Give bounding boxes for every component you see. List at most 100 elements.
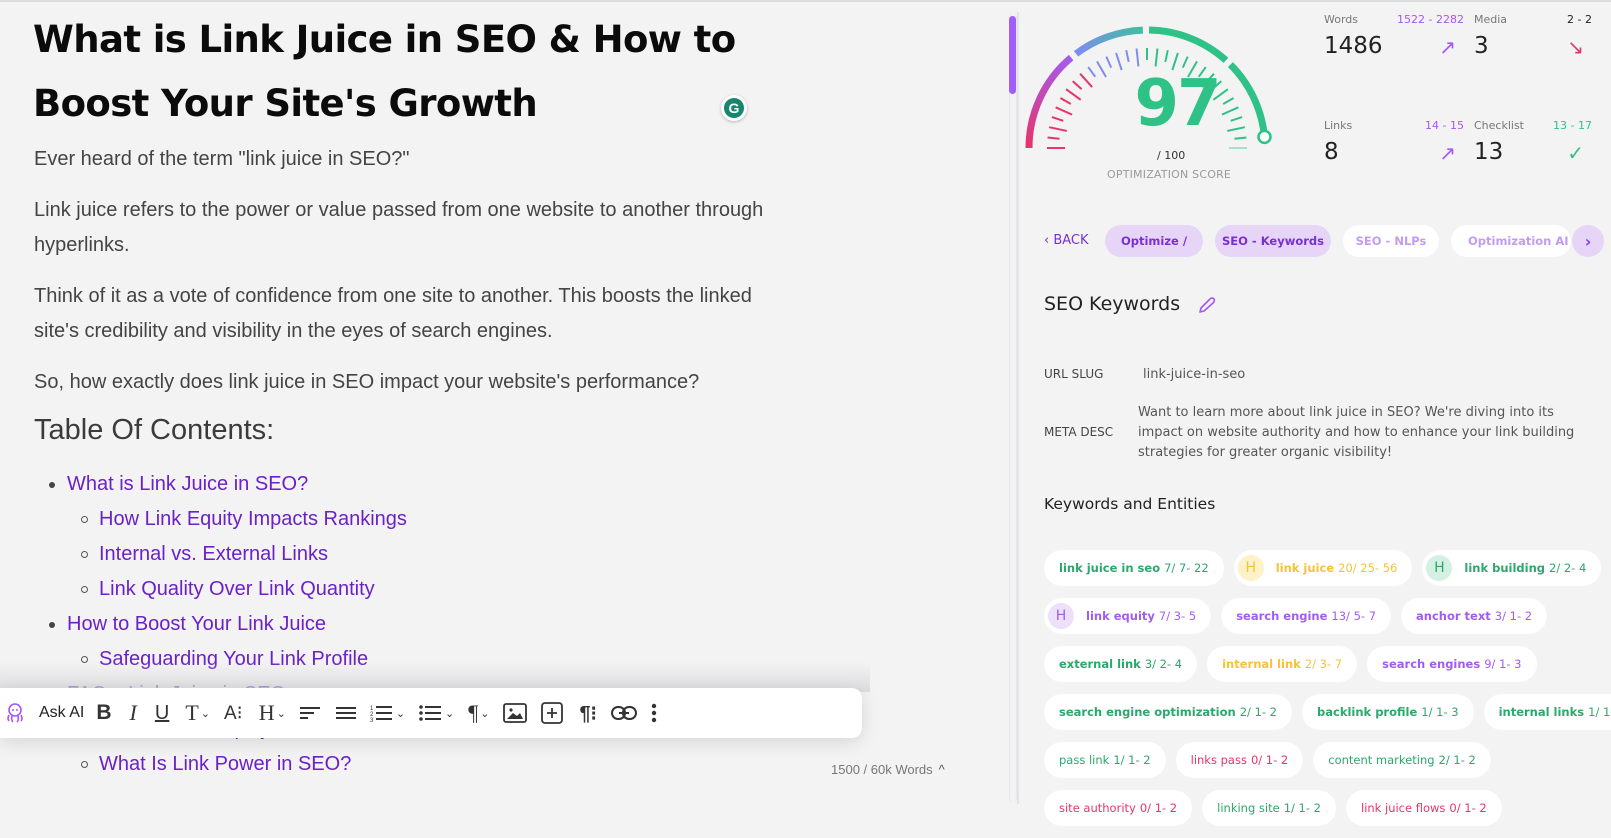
paragraph-icon[interactable]: ¶ (468, 693, 478, 733)
paragraph-format-icon[interactable]: ¶⁝ (579, 693, 596, 733)
toc-link[interactable]: What Is Link Power in SEO? (34, 747, 407, 782)
align-left-icon[interactable] (299, 693, 320, 733)
tab-seo-keywords[interactable]: SEO - Keywords (1215, 225, 1331, 257)
keyword-row: site authority 0/ 1- 2 linking site 1/ 1- 2… (1044, 790, 1604, 826)
keyword-term: anchor text (1416, 609, 1491, 623)
more-icon[interactable] (651, 693, 657, 733)
bold-icon[interactable]: B (96, 693, 111, 733)
grammarly-button[interactable]: G (721, 95, 747, 121)
keyword-chip[interactable]: Hlink equity 7/ 3- 5 (1044, 598, 1212, 634)
keyword-chip[interactable]: Hlink building 2/ 2- 4 (1422, 550, 1602, 586)
scrollbar-track[interactable] (1009, 13, 1017, 803)
keyword-chip[interactable]: site authority 0/ 1- 2 (1044, 790, 1193, 826)
keyword-term: linking site (1217, 801, 1280, 815)
pencil-icon[interactable] (1197, 295, 1217, 315)
keyword-chip[interactable]: pass link 1/ 1- 2 (1044, 742, 1166, 778)
underline-icon[interactable]: U (155, 693, 169, 733)
keyword-chip[interactable]: backlink profile 1/ 1- 3 (1302, 694, 1474, 730)
paragraph[interactable]: Ever heard of the term "link juice in SE… (34, 142, 784, 177)
keyword-chip[interactable]: search engine optimization 2/ 1- 2 (1044, 694, 1293, 730)
ask-ai-button[interactable]: Ask AI (39, 693, 84, 733)
keyword-count: 0/ 1- 2 (1250, 753, 1289, 767)
chevron-up-icon[interactable]: ^ (939, 762, 945, 777)
keyword-count: 2/ 1- 2 (1239, 705, 1278, 719)
chevron-down-icon[interactable]: ⌄ (480, 693, 489, 733)
metric-checklist: Checklist 13 - 17 13 ✓ (1474, 119, 1592, 179)
keyword-chip[interactable]: link juice flows 0/ 1- 2 (1346, 790, 1502, 826)
keyword-count: 1/ 1- 2 (1283, 801, 1321, 815)
metric-range: 14 - 15 (1425, 119, 1464, 132)
keyword-term: link juice in seo (1059, 561, 1161, 575)
keyword-chip[interactable]: external link 3/ 2- 4 (1044, 646, 1198, 682)
metric-label: Media (1474, 13, 1508, 26)
keyword-chip[interactable]: link juice in seo 7/ 7- 22 (1044, 550, 1224, 586)
keyword-chip[interactable]: Hlink juice 20/ 25- 56 (1233, 550, 1413, 586)
keyword-term: search engine optimization (1059, 705, 1236, 719)
tab-seo-nlps[interactable]: SEO - NLPs (1343, 225, 1439, 257)
keyword-count: 2/ 3- 7 (1304, 657, 1343, 671)
ai-octopus-icon[interactable] (4, 693, 26, 733)
keyword-term: link juice flows (1361, 801, 1446, 815)
gauge-tick (1051, 116, 1064, 122)
link-icon[interactable] (610, 693, 637, 733)
url-slug-value[interactable]: link-juice-in-seo (1143, 367, 1245, 382)
justify-icon[interactable] (335, 693, 356, 733)
keyword-chip[interactable]: search engine 13/ 5- 7 (1221, 598, 1392, 634)
tab-optimize[interactable]: Optimize / (1105, 225, 1203, 257)
keyword-row: Hlink equity 7/ 3- 5 search engine 13/ 5- 7… (1044, 598, 1604, 634)
keyword-chip[interactable]: internal link 2/ 3- 7 (1207, 646, 1358, 682)
metric-range: 13 - 17 (1553, 119, 1592, 132)
chevron-down-icon[interactable]: ⌄ (277, 693, 286, 733)
toc-link[interactable]: How to Boost Your Link Juice (34, 607, 407, 642)
keyword-chip[interactable]: linking site 1/ 1- 2 (1202, 790, 1336, 826)
metric-links: Links 14 - 15 8 ↗ (1324, 119, 1464, 179)
chevron-down-icon[interactable]: ⌄ (445, 693, 454, 733)
scrollbar-thumb[interactable] (1009, 16, 1016, 94)
back-button[interactable]: ‹ BACK (1044, 233, 1089, 248)
keyword-chip[interactable]: content marketing 2/ 1- 2 (1313, 742, 1491, 778)
keyword-term: search engine (1236, 609, 1328, 623)
keyword-row: external link 3/ 2- 4 internal link 2/ 3- 7… (1044, 646, 1604, 682)
gauge-tick (1072, 80, 1083, 90)
image-icon[interactable] (503, 693, 528, 733)
bullet-list-icon[interactable] (419, 693, 442, 733)
italic-icon[interactable]: I (130, 693, 137, 733)
paragraph[interactable]: Link juice refers to the power or value … (34, 193, 784, 263)
insert-block-icon[interactable] (541, 693, 564, 733)
document-title[interactable]: What is Link Juice in SEO & How to Boost… (33, 8, 793, 136)
tab-optimization-ai[interactable]: Optimization AI (1451, 225, 1571, 257)
keyword-chip[interactable]: links pass 0/ 1- 2 (1175, 742, 1304, 778)
keyword-count: 3/ 2- 4 (1144, 657, 1183, 671)
metric-words: Words 1522 - 2282 1486 ↗ (1324, 13, 1464, 73)
chevron-down-icon[interactable]: ⌄ (201, 693, 210, 733)
font-style-icon[interactable]: T (185, 693, 198, 733)
keyword-term: link building (1464, 561, 1545, 575)
keyword-count: 2/ 2- 4 (1549, 561, 1587, 575)
arrow-up-right-icon: ↗ (1439, 141, 1456, 165)
toc-link[interactable]: How Link Equity Impacts Rankings (34, 502, 407, 537)
document-editor[interactable]: What is Link Juice in SEO & How to Boost… (0, 2, 1000, 804)
toc-link[interactable]: What is Link Juice in SEO? (34, 467, 407, 502)
paragraph[interactable]: So, how exactly does link juice in SEO i… (34, 365, 784, 400)
heading-badge-icon: H (1048, 603, 1074, 629)
ordered-list-icon[interactable]: 123 (370, 693, 392, 733)
heading-icon[interactable]: H (259, 693, 275, 733)
meta-desc-value[interactable]: Want to learn more about link juice in S… (1138, 403, 1588, 463)
chevron-down-icon[interactable]: ⌄ (396, 693, 405, 733)
chevron-right-icon[interactable]: › (1572, 225, 1604, 257)
keyword-count: 13/ 5- 7 (1331, 609, 1377, 623)
gauge-tick (1125, 49, 1130, 63)
toc-link[interactable]: Link Quality Over Link Quantity (34, 572, 407, 607)
keyword-chip[interactable]: internal links1/ 1- 3 (1483, 694, 1611, 730)
word-count[interactable]: 1500 / 60k Words ^ (831, 762, 945, 777)
keyword-chip[interactable]: anchor text 3/ 1- 2 (1401, 598, 1548, 634)
keyword-chip[interactable]: search engines 9/ 1- 3 (1367, 646, 1537, 682)
check-icon: ✓ (1567, 141, 1584, 165)
keyword-term: search engines (1382, 657, 1481, 671)
keyword-count: 1/ 1- 3 (1421, 705, 1459, 719)
font-size-icon[interactable]: A⁝ (224, 693, 243, 733)
paragraph[interactable]: Think of it as a vote of confidence from… (34, 279, 784, 349)
word-count-label: 1500 / 60k Words (831, 762, 933, 777)
gauge-tick (1105, 56, 1113, 69)
toc-link[interactable]: Internal vs. External Links (34, 537, 407, 572)
